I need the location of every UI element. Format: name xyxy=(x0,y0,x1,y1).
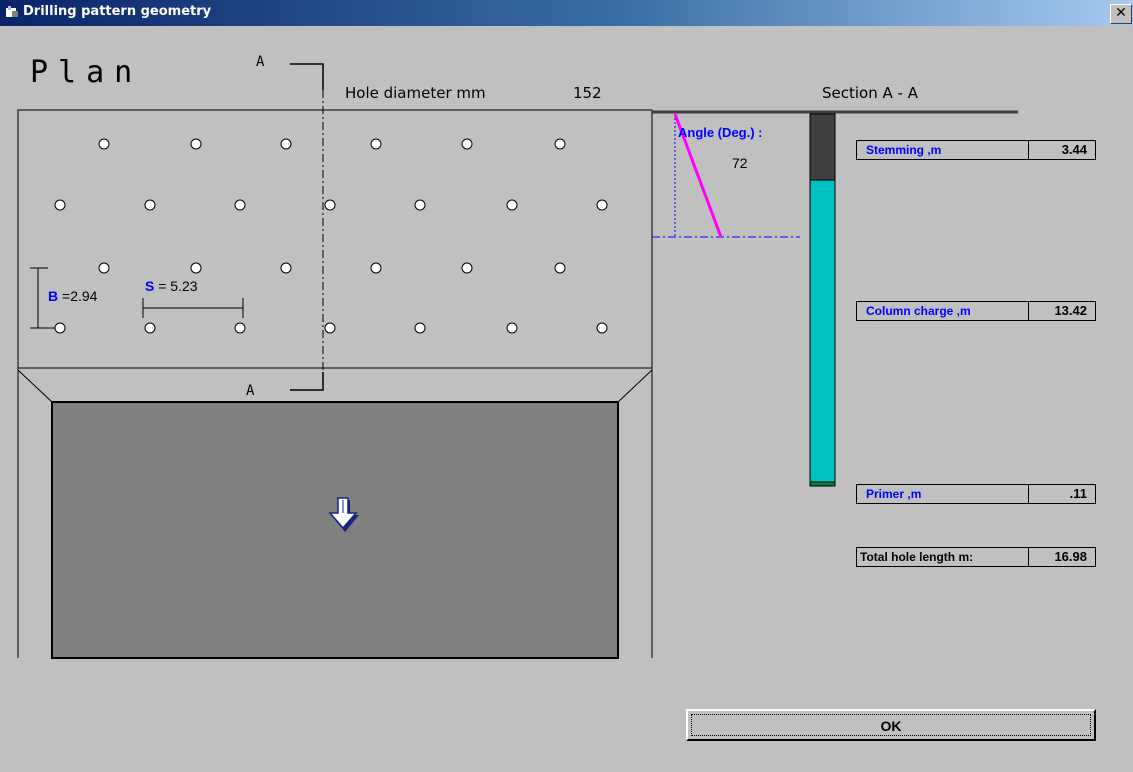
drill-hole xyxy=(370,262,382,274)
drill-hole xyxy=(506,199,518,211)
drill-hole xyxy=(324,199,336,211)
drill-hole xyxy=(144,199,156,211)
total-hole-length-value: 16.98 xyxy=(1054,549,1087,564)
drill-hole xyxy=(98,262,110,274)
drill-hole xyxy=(461,262,473,274)
drill-hole xyxy=(234,322,246,334)
drill-hole xyxy=(414,322,426,334)
stemming-segment xyxy=(809,113,836,181)
stemming-field: Stemming ,m 3.44 xyxy=(856,140,1096,160)
drill-hole xyxy=(54,199,66,211)
primer-label: Primer ,m xyxy=(857,485,1029,503)
drill-hole xyxy=(54,322,66,334)
ok-button[interactable]: OK xyxy=(686,709,1096,741)
drill-hole xyxy=(234,199,246,211)
column-charge-label: Column charge ,m xyxy=(857,302,1029,320)
drill-hole xyxy=(280,262,292,274)
drill-hole xyxy=(190,138,202,150)
drill-hole xyxy=(596,199,608,211)
hole-column xyxy=(809,113,836,487)
drill-hole xyxy=(506,322,518,334)
ok-button-label: OK xyxy=(691,714,1091,736)
primer-field: Primer ,m .11 xyxy=(856,484,1096,504)
drill-hole xyxy=(98,138,110,150)
column-charge-field: Column charge ,m 13.42 xyxy=(856,301,1096,321)
drill-hole xyxy=(280,138,292,150)
drawing-canvas xyxy=(17,63,1018,659)
total-hole-length-label: Total hole length m: xyxy=(857,548,1029,566)
angle-label: Angle (Deg.) : xyxy=(678,125,763,140)
burden-label: B =2.94 xyxy=(48,288,98,304)
drill-hole xyxy=(370,138,382,150)
drill-hole xyxy=(324,322,336,334)
spacing-label: S = 5.23 xyxy=(145,278,198,294)
angle-value: 72 xyxy=(732,155,748,171)
primer-value: .11 xyxy=(1069,486,1087,501)
stemming-label: Stemming ,m xyxy=(857,141,1029,159)
column-charge-value: 13.42 xyxy=(1054,303,1087,318)
drill-hole xyxy=(190,262,202,274)
drill-hole xyxy=(144,322,156,334)
total-hole-length-field: Total hole length m: 16.98 xyxy=(856,547,1096,567)
drill-hole xyxy=(414,199,426,211)
drill-hole xyxy=(554,138,566,150)
drill-hole xyxy=(461,138,473,150)
drill-hole xyxy=(554,262,566,274)
down-arrow-icon xyxy=(329,497,359,532)
stemming-value: 3.44 xyxy=(1061,142,1087,157)
charge-segment xyxy=(809,179,836,483)
primer-segment xyxy=(809,481,836,487)
drill-hole xyxy=(596,322,608,334)
